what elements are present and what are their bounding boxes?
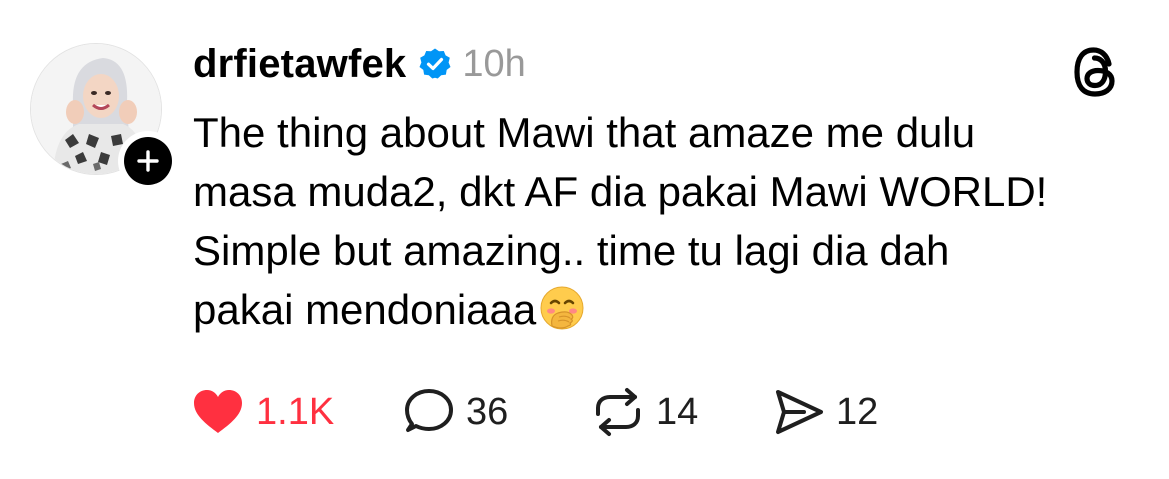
reply-count: 36 [466,390,509,433]
repost-icon [596,388,640,436]
repost-count: 14 [656,390,699,433]
comment-bubble-icon [405,389,453,432]
post-timestamp: 10h [462,42,526,85]
avatar-container [30,43,178,191]
share-send-icon [776,390,823,434]
post-text-line-3: Simple but amazing.. time tu lagi dia da… [193,227,950,274]
post-header: drfietawfek 10h [193,38,526,90]
follow-badge-circle [124,137,172,185]
like-count: 1.1K [256,390,335,433]
share-button[interactable]: 12 [774,386,878,438]
heart-icon [194,390,242,433]
share-count: 12 [836,390,879,433]
threads-logo-icon[interactable] [1071,44,1123,100]
like-button[interactable]: 1.1K [192,386,334,438]
post-actions: 1.1K 36 14 12 [192,386,1092,438]
reply-button[interactable]: 36 [404,386,508,438]
username[interactable]: drfietawfek [193,42,406,87]
plus-icon [137,150,159,172]
post-body: The thing about Mawi that amaze me dulu … [193,103,1143,339]
repost-button[interactable]: 14 [592,386,698,438]
follow-button[interactable] [118,131,178,191]
threads-post: drfietawfek 10h The thing about Mawi tha… [0,0,1169,479]
verified-badge-icon [419,48,451,79]
post-text-line-4: pakai mendoniaaa [193,280,1143,339]
face-with-hand-over-mouth-emoji-icon [540,286,584,330]
post-text-line-4-text: pakai mendoniaaa [193,286,537,333]
post-text-line-2: masa muda2, dkt AF dia pakai Mawi WORLD! [193,168,1048,215]
post-text-line-1: The thing about Mawi that amaze me dulu [193,109,976,156]
